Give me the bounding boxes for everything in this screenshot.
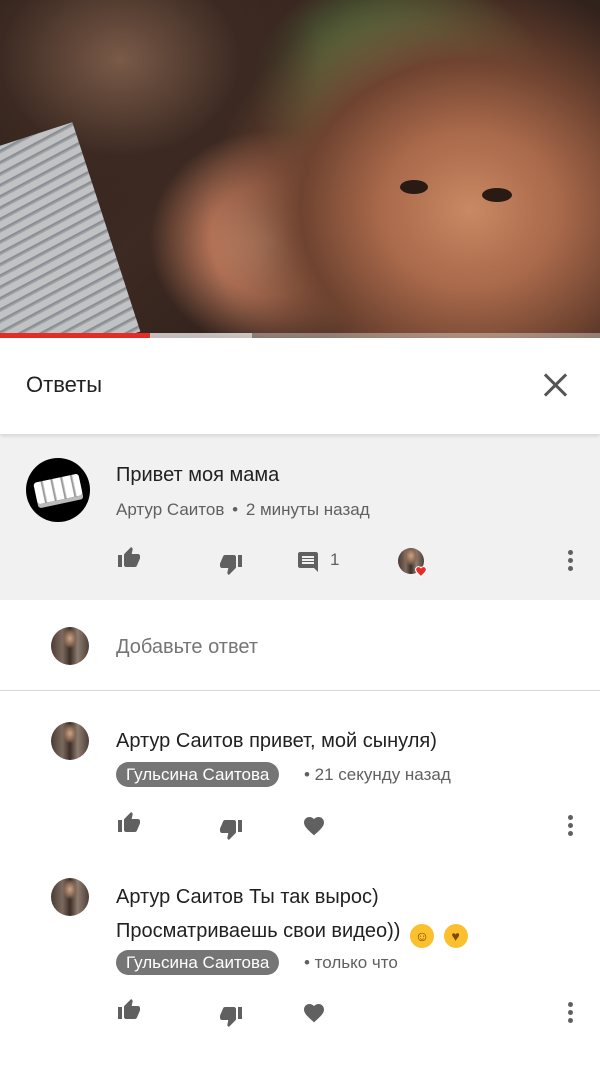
reply-text-line2: Просматриваешь свои видео)) ☺ ♥ [116, 914, 576, 948]
dislike-icon[interactable] [218, 552, 244, 576]
comment-text: Привет моя мама [116, 464, 280, 486]
reply-time: • 21 секунду назад [304, 765, 451, 784]
reply-text: Просматриваешь свои видео)) [116, 920, 401, 942]
reply-count: 1 [330, 550, 340, 569]
like-icon[interactable] [116, 998, 142, 1022]
smiling-emoji-icon: ☺ [410, 924, 435, 948]
comment-author[interactable]: Артур Саитов [116, 500, 224, 519]
more-options-icon[interactable] [566, 1002, 574, 1026]
dislike-icon[interactable] [218, 817, 244, 841]
video-frame-detail [482, 188, 512, 202]
more-options-icon[interactable] [566, 550, 574, 574]
close-icon[interactable] [536, 366, 574, 404]
replies-title: Ответы [26, 372, 103, 397]
kiss-emoji-icon: ♥ [443, 924, 468, 948]
like-icon[interactable] [116, 811, 142, 835]
video-frame-detail [0, 122, 141, 338]
meta-separator: • [232, 500, 239, 519]
heart-icon [415, 566, 427, 578]
reply-time: • только что [304, 953, 398, 972]
like-icon[interactable] [116, 546, 142, 570]
author-chip[interactable]: Гульсина Саитова [116, 762, 280, 787]
avatar [51, 627, 89, 665]
comment-icon[interactable] [296, 550, 320, 574]
video-frame-detail [400, 180, 428, 194]
heart-icon[interactable] [302, 1001, 326, 1025]
comment-time: 2 минуты назад [245, 500, 370, 519]
avatar[interactable] [51, 878, 89, 916]
avatar[interactable] [51, 722, 89, 760]
avatar[interactable] [26, 458, 90, 522]
reply-text: Артур Саитов Ты так вырос) [116, 886, 379, 908]
add-reply-input[interactable]: Добавьте ответ [116, 636, 258, 659]
more-options-icon[interactable] [566, 815, 574, 839]
author-chip[interactable]: Гульсина Саитова [116, 950, 280, 975]
add-reply-row: Добавьте ответ [0, 600, 600, 691]
heart-icon[interactable] [302, 814, 326, 838]
reply-text: Артур Саитов привет, мой сынуля) [116, 730, 437, 752]
replies-header: Ответы [0, 338, 600, 434]
video-player[interactable] [0, 0, 600, 338]
parent-comment: Привет моя мама Артур Саитов • 2 минуты … [0, 434, 600, 600]
dislike-icon[interactable] [218, 1004, 244, 1028]
comment-meta: Артур Саитов • 2 минуты назад [116, 500, 370, 520]
